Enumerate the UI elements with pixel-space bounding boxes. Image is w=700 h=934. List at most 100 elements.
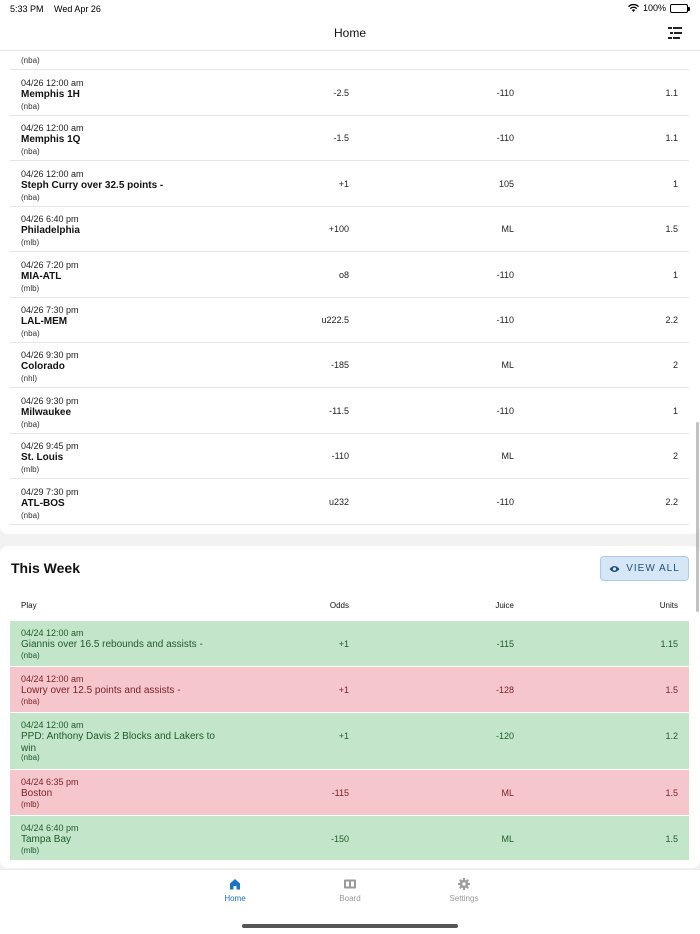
row-units: 1.1 (665, 133, 678, 144)
battery-percent: 100% (642, 3, 666, 13)
page-title: Home (333, 26, 366, 40)
table-row[interactable]: 04/26 9:30 pm Colorado (nhl) -185 ML 2 (10, 343, 689, 389)
status-bar: 5:33 PM Wed Apr 26 100% (0, 0, 700, 18)
row-juice: -120 (495, 731, 514, 741)
scrollbar[interactable] (696, 422, 699, 612)
view-all-label: VIEW ALL (626, 563, 680, 574)
row-units: 1.5 (665, 834, 678, 844)
tab-settings[interactable]: Settings (424, 877, 504, 903)
row-odds: u232 (328, 496, 349, 507)
row-league: (nba) (21, 329, 40, 338)
this-week-card: This Week VIEW ALL Play Odds Juice Units… (0, 546, 700, 868)
row-team: Milwaukee (21, 406, 72, 418)
row-units: 1 (672, 405, 678, 416)
table-row[interactable]: 04/26 12:00 am Memphis 1H (nba) -2.5 -110 1.1 (10, 71, 689, 116)
tab-label: Home (224, 894, 246, 903)
list-filter-icon[interactable] (668, 27, 682, 40)
row-team: Colorado (21, 361, 65, 373)
row-date: 04/26 12:00 am (21, 168, 84, 179)
table-row[interactable]: 04/26 9:45 pm St. Louis (mlb) -110 ML 2 (10, 434, 689, 480)
row-units: 1.1 (665, 88, 678, 98)
row-team: Memphis 1Q (21, 134, 81, 146)
row-odds: +1 (338, 731, 349, 741)
row-odds: o8 (338, 269, 349, 280)
row-league: (nhl) (21, 374, 38, 384)
table-row[interactable]: 04/26 7:20 pm MIA-ATL (mlb) o8 -110 1 (10, 253, 689, 298)
row-units: 2.2 (665, 315, 678, 325)
row-date: 04/24 12:00 am (21, 674, 84, 684)
table-row[interactable]: 04/24 12:00 am Lowry over 12.5 points and… (10, 667, 689, 713)
table-row[interactable]: 04/24 6:35 pm Boston (mlb) -115 ML 1.5 (10, 770, 689, 816)
table-row[interactable]: 04/26 12:00 am Steph Curry over 32.5 poin… (10, 162, 689, 207)
row-odds: +1 (338, 178, 349, 189)
table-row[interactable]: 04/29 7:30 pm ATL-BOS (nba) u232 -110 2.2 (10, 480, 689, 525)
row-league: (nba) (21, 102, 40, 111)
row-odds: +1 (338, 685, 349, 695)
row-odds: -115 (331, 788, 349, 798)
tab-board[interactable]: Board (310, 877, 390, 903)
tab-label: Settings (449, 894, 479, 903)
table-row[interactable]: 04/24 12:00 am PPD: Anthony Davis 2 Block… (10, 713, 689, 770)
row-date: 04/26 12:00 am (21, 78, 84, 88)
wifi-icon (627, 4, 639, 12)
view-all-button[interactable]: VIEW ALL (600, 556, 689, 581)
header-units: Units (659, 601, 678, 610)
row-odds: -150 (330, 834, 349, 844)
row-team: LAL-MEM (21, 316, 68, 327)
home-indicator (242, 924, 458, 928)
row-date: 04/26 6:40 pm (21, 214, 79, 225)
row-odds: +100 (328, 224, 349, 235)
row-juice: ML (501, 788, 514, 798)
row-team: Memphis 1H (21, 89, 80, 100)
row-juice: -110 (496, 496, 514, 507)
row-date: 04/29 7:30 pm (21, 486, 79, 497)
section-title: This Week (11, 560, 80, 576)
row-play: PPD: Anthony Davis 2 Blocks and Lakers t… (21, 731, 215, 754)
row-play: Lowry over 12.5 points and assists - (21, 685, 181, 696)
home-icon (230, 879, 240, 890)
row-units: 1.5 (665, 788, 678, 798)
row-team: MIA-ATL (21, 270, 62, 282)
row-units: 1.2 (665, 731, 678, 741)
row-league: (nba) (21, 697, 40, 706)
row-league: (nba) (21, 56, 40, 65)
row-league: (nba) (21, 651, 40, 660)
row-date: 04/26 12:00 am (21, 123, 84, 134)
row-team: ATL-BOS (21, 497, 65, 509)
row-play: Giannis over 16.5 rebounds and assists - (21, 639, 203, 650)
row-juice: -110 (496, 88, 514, 98)
row-date: 04/26 7:20 pm (21, 259, 79, 270)
row-odds: -11.5 (329, 405, 349, 416)
table-row[interactable]: 04/26 9:30 pm Milwaukee (nba) -11.5 -110 1 (10, 389, 689, 434)
table-row[interactable]: 04/26 6:40 pm Philadelphia (mlb) +100 ML 1.5 (10, 207, 689, 253)
row-date: 04/24 12:00 am (21, 720, 84, 730)
table-row[interactable]: (nba) (10, 51, 689, 70)
row-units: 2.2 (665, 496, 678, 507)
row-odds: +1 (338, 639, 349, 649)
row-league: (nba) (21, 510, 40, 520)
row-units: 1 (672, 269, 678, 280)
row-units: 1.5 (665, 685, 678, 695)
table-header: Play Odds Juice Units (10, 596, 689, 620)
row-juice: -115 (496, 639, 514, 649)
battery-icon (670, 3, 690, 13)
table-row[interactable]: 04/26 12:00 am Memphis 1Q (nba) -1.5 -110 1.1 (10, 116, 689, 162)
row-date: 04/24 6:35 pm (21, 777, 79, 787)
row-league: (nba) (21, 192, 40, 202)
table-row[interactable]: 04/24 12:00 am Giannis over 16.5 rebounds… (10, 621, 689, 667)
row-juice: -110 (496, 133, 514, 144)
tab-home[interactable]: Home (195, 877, 275, 903)
status-date: Wed Apr 26 (54, 4, 101, 14)
table-row[interactable]: 04/24 6:40 pm Tampa Bay (mlb) -150 ML 1.5 (10, 816, 689, 861)
row-league: (mlb) (21, 238, 40, 248)
row-team: Philadelphia (21, 225, 80, 237)
row-units: 2 (672, 451, 678, 462)
row-date: 04/24 12:00 am (21, 628, 84, 638)
row-league: (nba) (21, 419, 40, 429)
row-league: (nba) (21, 753, 40, 762)
gear-icon (458, 878, 470, 890)
row-juice: ML (501, 451, 514, 462)
table-row[interactable]: 04/26 7:30 pm LAL-MEM (nba) u222.5 -110 2.2 (10, 298, 689, 343)
row-league: (mlb) (21, 283, 40, 293)
row-juice: ML (501, 360, 514, 371)
